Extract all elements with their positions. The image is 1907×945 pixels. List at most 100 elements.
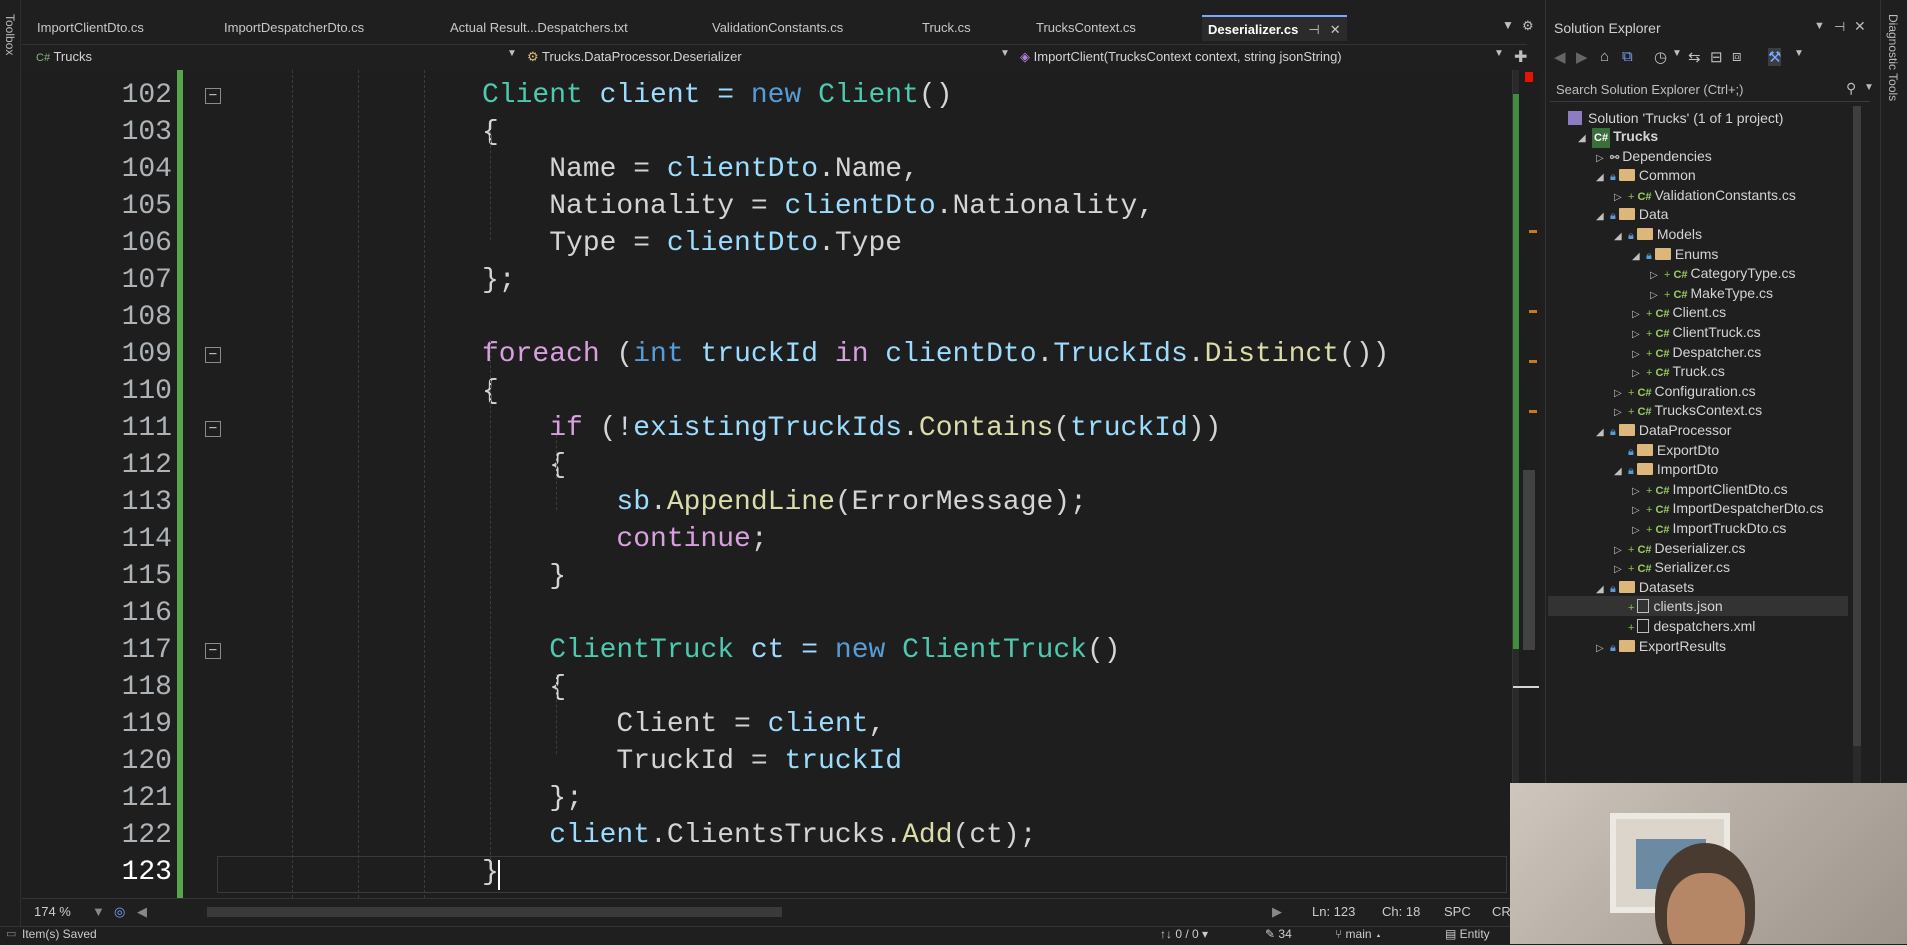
tree-item[interactable]: ▷ 🔒︎ ExportResults	[1548, 636, 1848, 656]
tab-importclientdto[interactable]: ImportClientDto.cs	[37, 16, 144, 40]
code-line[interactable]: 108	[22, 299, 1502, 336]
tree-item[interactable]: ◢ 🔒︎ ImportDto	[1548, 459, 1848, 479]
tree-item[interactable]: ▷ + C# MakeType.cs	[1548, 283, 1848, 303]
tree-item[interactable]: ◢ 🔒︎ Enums	[1548, 244, 1848, 264]
tree-item[interactable]: ▷ + C# ClientTruck.cs	[1548, 322, 1848, 342]
tree-item[interactable]: ◢ 🔒︎ Models	[1548, 224, 1848, 244]
show-all-files-icon[interactable]: ⧈	[1732, 48, 1742, 65]
settings-gear-icon[interactable]: ⚙	[1522, 18, 1534, 34]
repository-selector[interactable]: ▤ Entity	[1445, 927, 1490, 941]
tab-validationconstants[interactable]: ValidationConstants.cs	[712, 16, 843, 40]
tree-item[interactable]: ◢ 🔒︎ Data	[1548, 204, 1848, 224]
collapse-all-icon[interactable]: ⊟	[1710, 48, 1723, 66]
diagnostic-tools-tab[interactable]: Diagnostic Tools	[1886, 14, 1900, 101]
scroll-thumb[interactable]	[1523, 470, 1535, 650]
tree-item[interactable]: ▷ + C# CategoryType.cs	[1548, 263, 1848, 283]
tree-scroll-thumb[interactable]	[1853, 106, 1861, 746]
tree-item[interactable]: ▷ + C# Client.cs	[1548, 302, 1848, 322]
collapse-region-icon[interactable]: −	[205, 88, 221, 104]
horizontal-scroll-thumb[interactable]	[207, 907, 782, 917]
collapse-region-icon[interactable]: −	[205, 347, 221, 363]
switch-views-icon[interactable]: ⧉	[1622, 48, 1633, 65]
code-line[interactable]: 122 client.ClientsTrucks.Add(ct);	[22, 817, 1502, 854]
back-icon[interactable]: ◀	[1554, 48, 1566, 66]
code-line[interactable]: 117− ClientTruck ct = new ClientTruck()	[22, 632, 1502, 669]
tab-importdespatcherdto[interactable]: ImportDespatcherDto.cs	[224, 16, 364, 40]
code-line[interactable]: 114 continue;	[22, 521, 1502, 558]
health-icon[interactable]: ◎	[114, 904, 125, 920]
tree-item[interactable]: 🔒︎ ExportDto	[1548, 440, 1848, 460]
errors-count[interactable]: ↑↓ 0 / 0 ▾	[1160, 927, 1208, 941]
pending-changes-filter-icon[interactable]: ◷	[1654, 48, 1667, 66]
tree-item[interactable]: ▷ + C# TrucksContext.cs	[1548, 400, 1848, 420]
collapse-region-icon[interactable]: −	[205, 421, 221, 437]
zoom-level[interactable]: 174 %	[34, 904, 71, 919]
type-dropdown[interactable]: ⚙ Trucks.DataProcessor.Deserializer	[527, 47, 1027, 67]
tab-truckscontext[interactable]: TrucksContext.cs	[1036, 16, 1136, 40]
code-line[interactable]: 102− Client client = new Client()	[22, 77, 1502, 114]
pin-icon[interactable]: ⊣	[1834, 19, 1845, 35]
collapse-region-icon[interactable]: −	[205, 643, 221, 659]
chevron-down-icon[interactable]: ▼	[507, 48, 517, 59]
tree-item[interactable]: ▷ + C# Deserializer.cs	[1548, 538, 1848, 558]
code-editor[interactable]: 101 102−Client client = new Client()103{…	[22, 70, 1512, 898]
code-line[interactable]: 107};	[22, 262, 1502, 299]
forward-icon[interactable]: ▶	[1576, 48, 1588, 66]
close-icon[interactable]: ✕	[1854, 18, 1866, 35]
code-line[interactable]: 103{	[22, 114, 1502, 151]
tab-overflow-icon[interactable]: ▼	[1502, 18, 1514, 32]
properties-icon[interactable]: ⚒	[1768, 48, 1782, 66]
tree-item[interactable]: + despatchers.xml	[1548, 616, 1848, 636]
panel-dropdown-icon[interactable]: ▼	[1814, 20, 1825, 32]
line-indicator[interactable]: Ln: 123	[1312, 904, 1355, 919]
member-dropdown[interactable]: ◈ ImportClient(TrucksContext context, st…	[1020, 47, 1500, 67]
tab-actual-result-despatchers[interactable]: Actual Result...Despatchers.txt	[450, 16, 628, 40]
sync-icon[interactable]: ⇆	[1688, 48, 1701, 66]
code-line[interactable]: 120 TruckId = truckId	[22, 743, 1502, 780]
pending-changes[interactable]: ✎ 34	[1265, 927, 1292, 941]
tree-item[interactable]: + clients.json	[1548, 596, 1848, 616]
code-line[interactable]: 105 Nationality = clientDto.Nationality,	[22, 188, 1502, 225]
chevron-down-icon[interactable]: ▼	[1794, 48, 1804, 59]
tree-item[interactable]: ▷ ⚯ Dependencies	[1548, 146, 1848, 166]
toolbox-tab[interactable]: Toolbox	[3, 14, 17, 55]
chevron-down-icon[interactable]: ▼	[1000, 48, 1010, 59]
tree-item[interactable]: ▷ + C# Serializer.cs	[1548, 557, 1848, 577]
code-line[interactable]: 104 Name = clientDto.Name,	[22, 151, 1502, 188]
code-line[interactable]: 116	[22, 595, 1502, 632]
code-line[interactable]: 113 sb.AppendLine(ErrorMessage);	[22, 484, 1502, 521]
tab-deserializer[interactable]: Deserializer.cs ⊣ ✕	[1202, 15, 1347, 41]
branch-selector[interactable]: ⑂ main ▴	[1335, 927, 1382, 941]
code-line[interactable]: 119 Client = client,	[22, 706, 1502, 743]
tree-item[interactable]: ▷ + C# ImportClientDto.cs	[1548, 479, 1848, 499]
code-line[interactable]: 112 {	[22, 447, 1502, 484]
split-editor-icon[interactable]: ✚	[1514, 47, 1527, 67]
code-line[interactable]: 121 };	[22, 780, 1502, 817]
expand-arrow-icon[interactable]: ▷	[1596, 639, 1610, 659]
tree-item[interactable]: ▷ + C# Despatcher.cs	[1548, 342, 1848, 362]
code-line[interactable]: 118 {	[22, 669, 1502, 706]
tree-item[interactable]: ▷ + C# ValidationConstants.cs	[1548, 185, 1848, 205]
chevron-down-icon[interactable]: ▼	[1864, 82, 1874, 93]
tree-item[interactable]: ▷ + C# Truck.cs	[1548, 361, 1848, 381]
close-tab-icon[interactable]: ✕	[1330, 22, 1341, 37]
tree-item[interactable]: ◢ 🔒︎ DataProcessor	[1548, 420, 1848, 440]
column-indicator[interactable]: Ch: 18	[1382, 904, 1420, 919]
tree-scrollbar[interactable]	[1853, 106, 1861, 786]
zoom-dropdown-icon[interactable]: ▼	[92, 904, 105, 919]
code-line[interactable]: 115 }	[22, 558, 1502, 595]
solution-search-input[interactable]: Search Solution Explorer (Ctrl+;)	[1550, 78, 1870, 102]
scroll-right-icon[interactable]: ▶	[1272, 904, 1282, 920]
pin-icon[interactable]: ⊣	[1308, 22, 1319, 37]
tab-truck[interactable]: Truck.cs	[922, 16, 971, 40]
chevron-down-icon[interactable]: ▼	[1672, 48, 1682, 59]
tree-item[interactable]: ▷ + C# ImportTruckDto.cs	[1548, 518, 1848, 538]
code-line[interactable]: 123}	[22, 854, 1502, 891]
tree-item[interactable]: ▷ + C# Configuration.cs	[1548, 381, 1848, 401]
tree-item[interactable]: ◢ 🔒︎ Datasets	[1548, 577, 1848, 597]
code-line[interactable]: 106 Type = clientDto.Type	[22, 225, 1502, 262]
indent-indicator[interactable]: SPC	[1444, 904, 1471, 919]
code-line[interactable]: 110{	[22, 373, 1502, 410]
eol-indicator[interactable]: CR	[1492, 904, 1511, 919]
home-icon[interactable]: ⌂	[1600, 48, 1609, 65]
